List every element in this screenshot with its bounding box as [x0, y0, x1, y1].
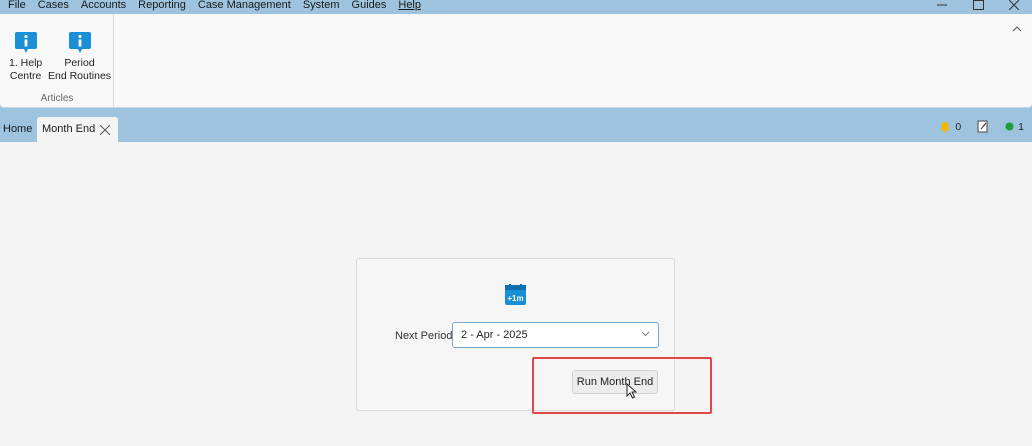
- status-area: 0 1: [939, 120, 1024, 133]
- menu-system[interactable]: System: [297, 0, 346, 11]
- menu-guides[interactable]: Guides: [346, 0, 393, 11]
- next-period-select[interactable]: 2 - Apr - 2025: [452, 322, 659, 348]
- menu-accounts[interactable]: Accounts: [75, 0, 132, 11]
- bell-icon[interactable]: [939, 121, 951, 133]
- notifications-count: 0: [955, 120, 962, 133]
- tab-home[interactable]: Home: [3, 117, 32, 142]
- next-period-label: Next Period:: [395, 330, 456, 342]
- tab-month-end-label: Month End: [42, 123, 96, 135]
- help-centre-label: 1. Help Centre: [9, 57, 43, 82]
- main-content: +1m Next Period: 2 - Apr - 2025 Run Mont…: [0, 142, 1032, 446]
- tab-month-end[interactable]: Month End: [37, 117, 118, 142]
- next-period-value: 2 - Apr - 2025: [461, 329, 528, 341]
- menu-case-management[interactable]: Case Management: [192, 0, 297, 11]
- period-end-routines-button[interactable]: Period End Routines: [48, 30, 111, 83]
- online-count: 1: [1018, 120, 1024, 133]
- minimize-icon: [937, 4, 947, 6]
- mouse-cursor-icon: [626, 383, 638, 399]
- document-tab-bar: Home Month End 0 1: [0, 115, 1032, 142]
- minimize-button[interactable]: [924, 0, 960, 12]
- chevron-down-icon: [641, 331, 650, 337]
- ribbon: 1. Help Centre Period End Routines Artic…: [0, 14, 1032, 108]
- menu-help[interactable]: Help: [392, 0, 427, 11]
- edit-note-icon[interactable]: [977, 120, 989, 133]
- close-icon: [1009, 0, 1019, 10]
- ribbon-group-label: Articles: [40, 93, 74, 104]
- info-icon: [14, 32, 37, 53]
- calendar-plus-month-icon: +1m: [505, 284, 526, 305]
- close-tab-icon[interactable]: [100, 125, 110, 135]
- menu-cases[interactable]: Cases: [32, 0, 75, 11]
- info-icon: [68, 32, 91, 53]
- window-controls: [924, 0, 1032, 12]
- highlight-annotation: [532, 357, 712, 414]
- period-end-routines-label: Period End Routines: [48, 57, 112, 82]
- close-button[interactable]: [996, 0, 1032, 12]
- maximize-button[interactable]: [960, 0, 996, 12]
- menu-reporting[interactable]: Reporting: [132, 0, 192, 11]
- calendar-icon-text: +1m: [507, 294, 523, 303]
- ribbon-group-articles: 1. Help Centre Period End Routines Artic…: [0, 14, 114, 108]
- collapse-ribbon-icon[interactable]: [1012, 26, 1022, 32]
- maximize-icon: [972, 0, 984, 10]
- menu-file[interactable]: File: [0, 0, 32, 11]
- menu-bar: File Cases Accounts Reporting Case Manag…: [0, 0, 1032, 14]
- online-status-icon: [1005, 122, 1014, 131]
- help-centre-button[interactable]: 1. Help Centre: [9, 30, 42, 83]
